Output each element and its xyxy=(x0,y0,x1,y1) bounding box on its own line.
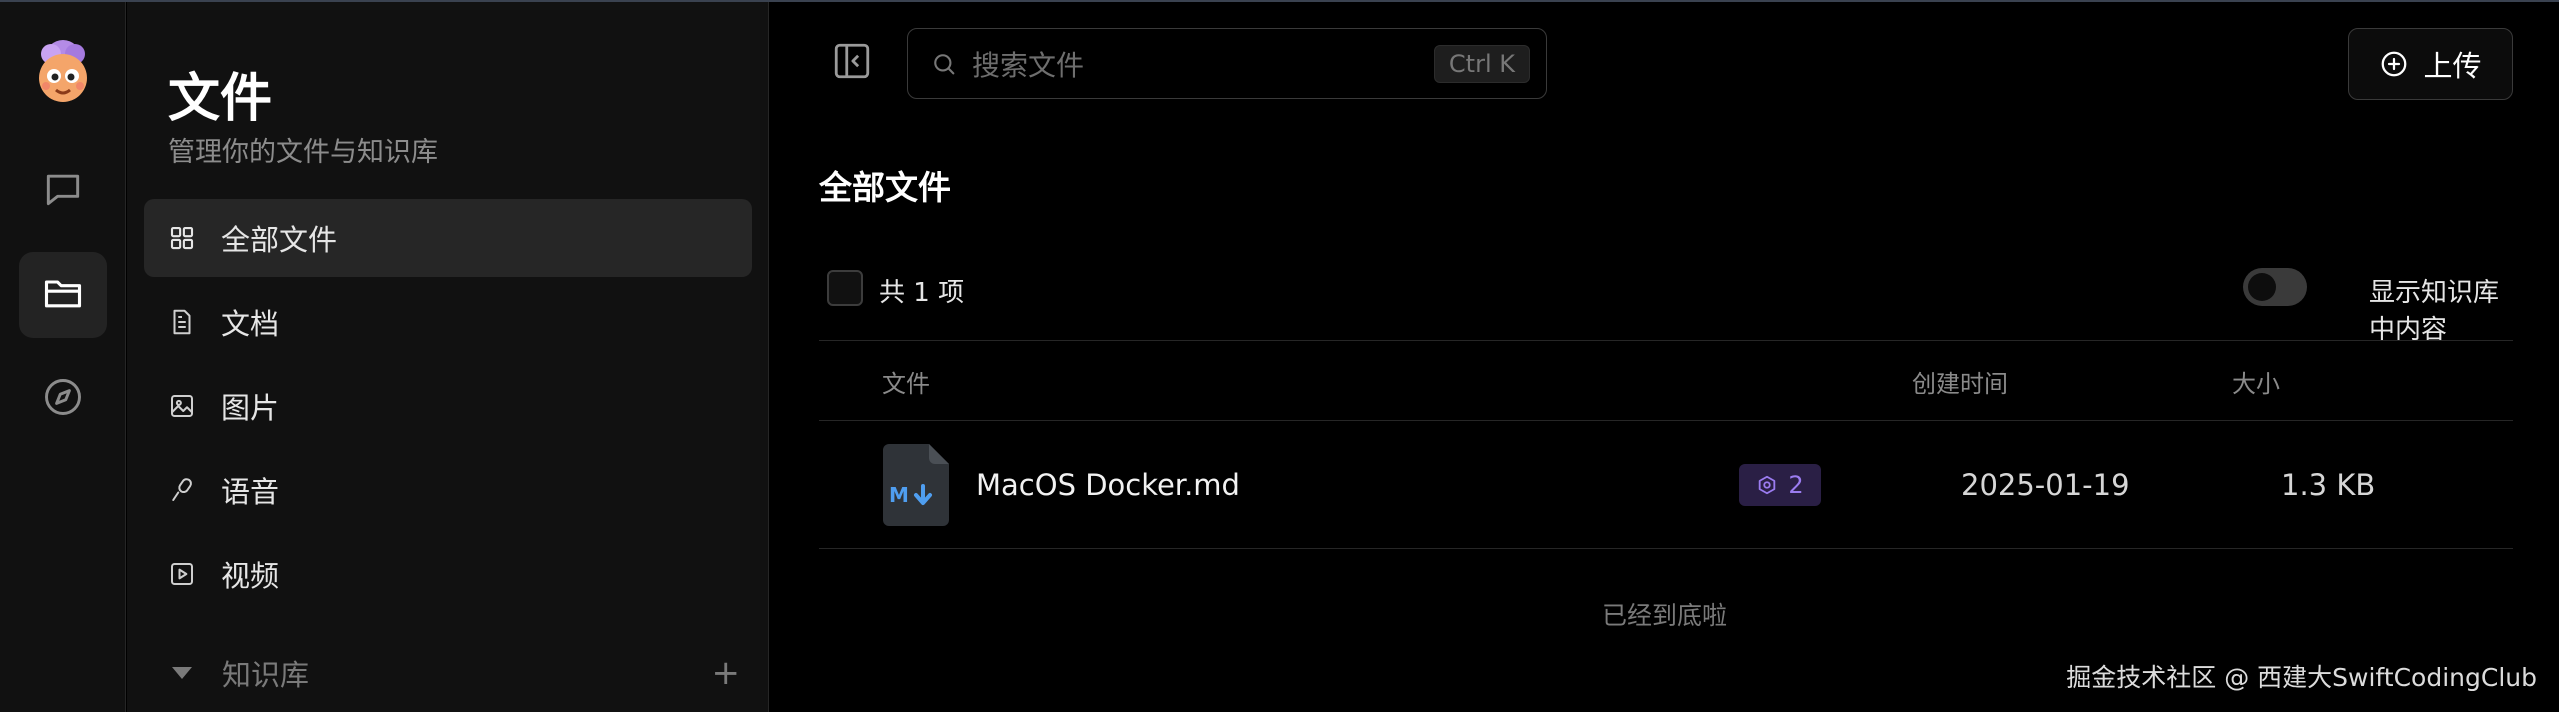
rail-discover-button[interactable] xyxy=(19,356,107,442)
sidebar: 文件 管理你的文件与知识库 全部文件 文档 图片 语音 视频 知识库 + xyxy=(127,2,769,712)
page-title: 全部文件 xyxy=(819,168,951,207)
search-icon xyxy=(930,50,958,78)
rail-files-button[interactable] xyxy=(19,252,107,338)
folder-icon xyxy=(41,271,85,319)
left-rail xyxy=(0,2,126,712)
sidebar-subtitle: 管理你的文件与知识库 xyxy=(168,137,438,168)
svg-text:M: M xyxy=(889,483,909,507)
item-count: 共 1 项 xyxy=(879,278,965,308)
video-icon xyxy=(167,559,197,589)
upload-label: 上传 xyxy=(2423,49,2482,83)
show-kb-content-toggle[interactable] xyxy=(2243,268,2307,306)
divider xyxy=(819,548,2513,549)
sidebar-item-all-files[interactable]: 全部文件 xyxy=(144,199,752,277)
add-knowledge-base-button[interactable]: + xyxy=(712,656,741,690)
sidebar-item-label: 语音 xyxy=(221,475,280,509)
sidebar-item-documents[interactable]: 文档 xyxy=(144,283,752,361)
file-created-date: 2025-01-19 xyxy=(1961,468,2130,502)
microphone-icon xyxy=(167,475,197,505)
plus-circle-icon xyxy=(2382,51,2407,77)
sidebar-item-label: 文档 xyxy=(221,307,280,341)
knowledge-base-badge[interactable]: 2 xyxy=(1739,464,1821,506)
search-input[interactable]: 搜索文件 Ctrl K xyxy=(907,28,1547,99)
search-placeholder: 搜索文件 xyxy=(972,48,1085,82)
grid-icon xyxy=(167,223,197,253)
sidebar-item-videos[interactable]: 视频 xyxy=(144,535,752,613)
table-row[interactable]: M MacOS Docker.md 2 2025-01-19 1.3 KB xyxy=(819,422,2513,548)
avatar[interactable] xyxy=(29,38,97,106)
show-kb-content-label: 显示知识库中内容 xyxy=(2369,278,2500,345)
image-icon xyxy=(167,391,197,421)
knowledge-base-icon xyxy=(1759,475,1776,495)
main-panel: 搜索文件 Ctrl K 上传 全部文件 共 1 项 显示知识库中内容 文件 创建… xyxy=(770,2,2559,712)
collapse-sidebar-button[interactable] xyxy=(831,40,873,82)
end-of-list-text: 已经到底啦 xyxy=(1601,601,1727,630)
sidebar-item-label: 全部文件 xyxy=(221,223,338,257)
watermark: 掘金技术社区 @ 西建大SwiftCodingClub xyxy=(2066,663,2537,692)
chat-icon xyxy=(41,167,85,215)
toggle-knob xyxy=(2248,273,2276,301)
compass-icon xyxy=(41,375,85,423)
column-header-created[interactable]: 创建时间 xyxy=(1912,364,2008,399)
sidebar-item-audio[interactable]: 语音 xyxy=(144,451,752,529)
sidebar-item-label: 视频 xyxy=(221,559,280,593)
sidebar-title: 文件 xyxy=(168,69,273,129)
divider xyxy=(819,340,2513,341)
list-toolbar: 共 1 项 显示知识库中内容 xyxy=(819,264,2513,345)
knowledge-base-label: 知识库 xyxy=(222,658,310,692)
select-all-checkbox[interactable] xyxy=(827,270,863,306)
file-size: 1.3 KB xyxy=(2281,468,2376,502)
sidebar-item-label: 图片 xyxy=(221,391,280,425)
column-header-file[interactable]: 文件 xyxy=(882,364,930,399)
upload-button[interactable]: 上传 xyxy=(2348,28,2513,100)
markdown-file-icon: M xyxy=(883,444,949,526)
sidebar-collapse-icon xyxy=(831,43,873,86)
caret-down-icon[interactable] xyxy=(172,667,192,679)
kb-count: 2 xyxy=(1788,471,1804,499)
document-icon xyxy=(167,307,197,337)
app-window: 文件 管理你的文件与知识库 全部文件 文档 图片 语音 视频 知识库 + 搜索文… xyxy=(0,0,2559,712)
file-name[interactable]: MacOS Docker.md xyxy=(976,468,1240,502)
sidebar-item-images[interactable]: 图片 xyxy=(144,367,752,445)
knowledge-base-section[interactable]: 知识库 + xyxy=(144,638,752,708)
search-shortcut-hint: Ctrl K xyxy=(1433,44,1530,83)
column-header-size[interactable]: 大小 xyxy=(2232,364,2280,399)
divider xyxy=(819,420,2513,421)
rail-chat-button[interactable] xyxy=(19,148,107,234)
